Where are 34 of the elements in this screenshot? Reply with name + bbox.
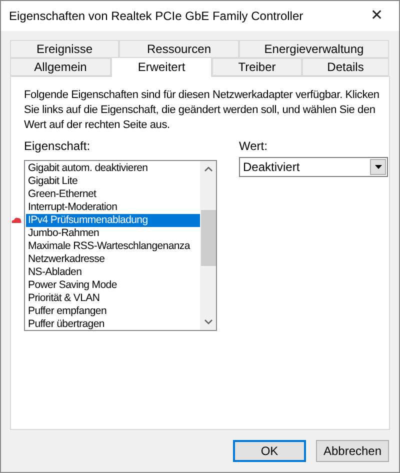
scrollbar[interactable] xyxy=(200,161,216,330)
scroll-up-icon[interactable] xyxy=(204,166,212,172)
property-item[interactable]: Jumbo-Rahmen xyxy=(26,227,200,240)
property-item[interactable]: Puffer übertragen xyxy=(26,318,200,330)
property-item[interactable]: Interrupt-Moderation xyxy=(26,201,200,214)
property-item[interactable]: IPv4 Prüfsummenabladung xyxy=(26,214,200,227)
dialog-button[interactable]: OK xyxy=(233,440,306,462)
tab[interactable]: Ressourcen xyxy=(119,40,239,58)
dropdown-arrow-icon xyxy=(374,165,382,169)
tab[interactable]: Treiber xyxy=(212,58,302,76)
property-item[interactable]: Priorität & VLAN xyxy=(26,292,200,305)
property-label: Eigenschaft: xyxy=(24,138,92,155)
cloud-icon xyxy=(11,217,22,224)
value-dropdown[interactable]: Deaktiviert xyxy=(239,157,388,177)
tab[interactable]: Erweitert xyxy=(111,57,212,77)
scroll-down-icon[interactable] xyxy=(204,319,212,325)
property-item[interactable]: Maximale RSS-Warteschlangenanza xyxy=(26,240,200,253)
tab[interactable]: Ereignisse xyxy=(10,40,119,58)
value-label: Wert: xyxy=(239,138,268,155)
close-button[interactable]: ✕ xyxy=(355,1,399,31)
tab[interactable]: Details xyxy=(302,58,389,76)
property-item[interactable]: Netzwerkadresse xyxy=(26,253,200,266)
tab[interactable]: Allgemein xyxy=(10,58,111,76)
scrollbar-thumb[interactable] xyxy=(200,210,216,266)
property-item[interactable]: Green-Ethernet xyxy=(26,188,200,201)
description-text: Folgende Eigenschaften sind für diesen Netzwerkadapter verfügbar. Klicken Sie links auf die Eigenschaft, die geändert werden soll, und wählen Sie den Wert auf der rechten Seite aus. xyxy=(24,88,380,133)
property-item[interactable]: Gigabit Lite xyxy=(26,175,200,188)
property-item[interactable]: Puffer empfangen xyxy=(26,305,200,318)
property-item[interactable]: NS-Abladen xyxy=(26,266,200,279)
window-title: Eigenschaften von Realtek PCIe GbE Family Controller xyxy=(9,8,304,25)
property-item[interactable]: Power Saving Mode xyxy=(26,279,200,292)
dialog-button[interactable]: Abbrechen xyxy=(316,440,389,462)
property-item[interactable]: Gigabit autom. deaktivieren xyxy=(26,162,200,175)
tab[interactable]: Energieverwaltung xyxy=(239,40,389,58)
